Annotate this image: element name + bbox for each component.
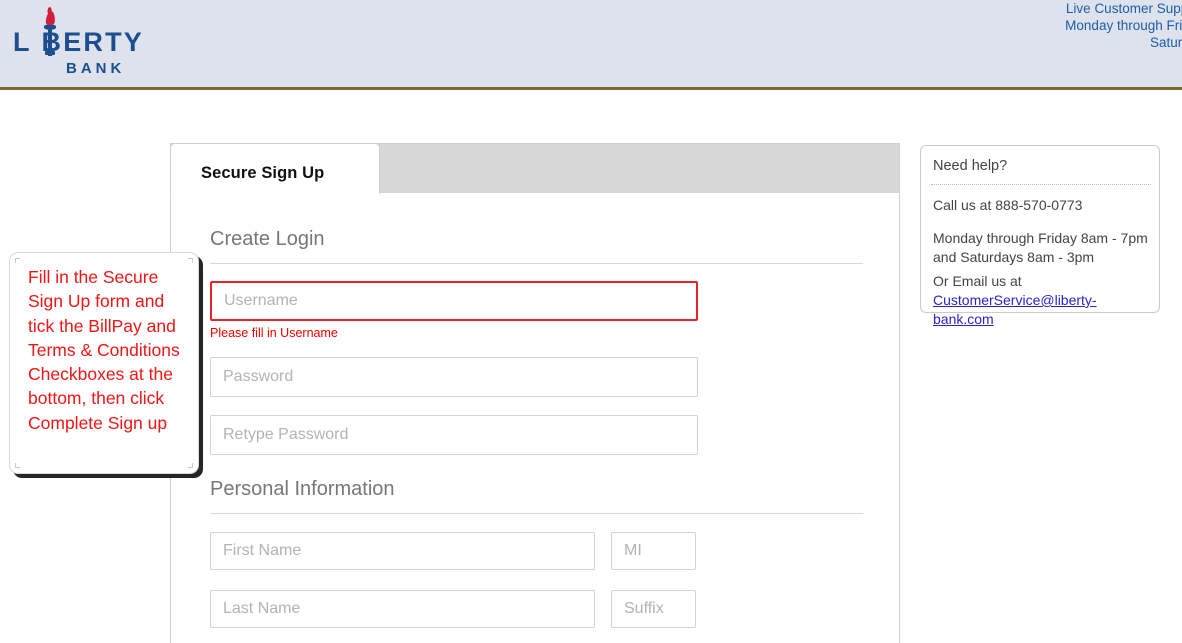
need-help-panel: Need help? Call us at 888-570-0773 Monda… — [920, 145, 1160, 313]
callout-corner-bottom-right — [188, 463, 193, 468]
logo-wordmark: LBERTY — [13, 29, 144, 56]
section-rule-create-login — [210, 263, 863, 264]
logo-word-part1: L — [13, 27, 42, 57]
flame-shape — [45, 11, 55, 26]
section-title-create-login: Create Login — [210, 228, 325, 251]
help-phone-line: Call us at 888-570-0773 — [933, 196, 1151, 215]
callout-corner-bottom-left — [15, 463, 20, 468]
page-root: LBERTY BANK Live Customer Support Monday… — [0, 0, 1182, 643]
torch-base-shape — [45, 51, 55, 55]
help-panel-title: Need help? — [933, 158, 1007, 174]
section-title-personal-information: Personal Information — [210, 478, 395, 501]
callout-corner-top-left — [15, 258, 20, 263]
suffix-input[interactable] — [611, 590, 696, 628]
contact-line-1: Live Customer Support — [974, 0, 1182, 17]
last-name-input[interactable] — [210, 590, 595, 628]
site-header: LBERTY BANK Live Customer Support Monday… — [0, 0, 1182, 90]
callout-text: Fill in the Secure Sign Up form and tick… — [28, 265, 193, 435]
torch-icon — [42, 11, 58, 59]
liberty-bank-logo[interactable]: LBERTY BANK — [13, 11, 158, 75]
tab-label: Secure Sign Up — [201, 164, 324, 183]
middle-initial-input[interactable] — [611, 532, 696, 570]
callout-corner-top-right — [188, 258, 193, 263]
retype-password-input[interactable] — [210, 415, 698, 455]
section-rule-personal-information — [210, 513, 863, 514]
username-error-message: Please fill in Username — [210, 326, 338, 340]
signup-form: Create Login Please fill in Username Per… — [171, 194, 899, 643]
help-email-intro: Or Email us at — [933, 272, 1151, 291]
first-name-input[interactable] — [210, 532, 595, 570]
help-panel-divider — [931, 184, 1151, 185]
tab-secure-sign-up[interactable]: Secure Sign Up — [170, 143, 380, 194]
contact-line-3: Saturday — [974, 34, 1182, 51]
customer-service-email-link[interactable]: CustomerService@liberty-bank.com — [933, 292, 1097, 327]
password-input[interactable] — [210, 357, 698, 397]
contact-line-2: Monday through Friday — [974, 17, 1182, 34]
help-hours-line: Monday through Friday 8am - 7pm and Satu… — [933, 229, 1151, 267]
logo-subtitle: BANK — [66, 61, 125, 76]
username-input[interactable] — [210, 281, 698, 321]
header-contact-info: Live Customer Support Monday through Fri… — [974, 0, 1182, 51]
instruction-callout: Fill in the Secure Sign Up form and tick… — [9, 252, 199, 474]
